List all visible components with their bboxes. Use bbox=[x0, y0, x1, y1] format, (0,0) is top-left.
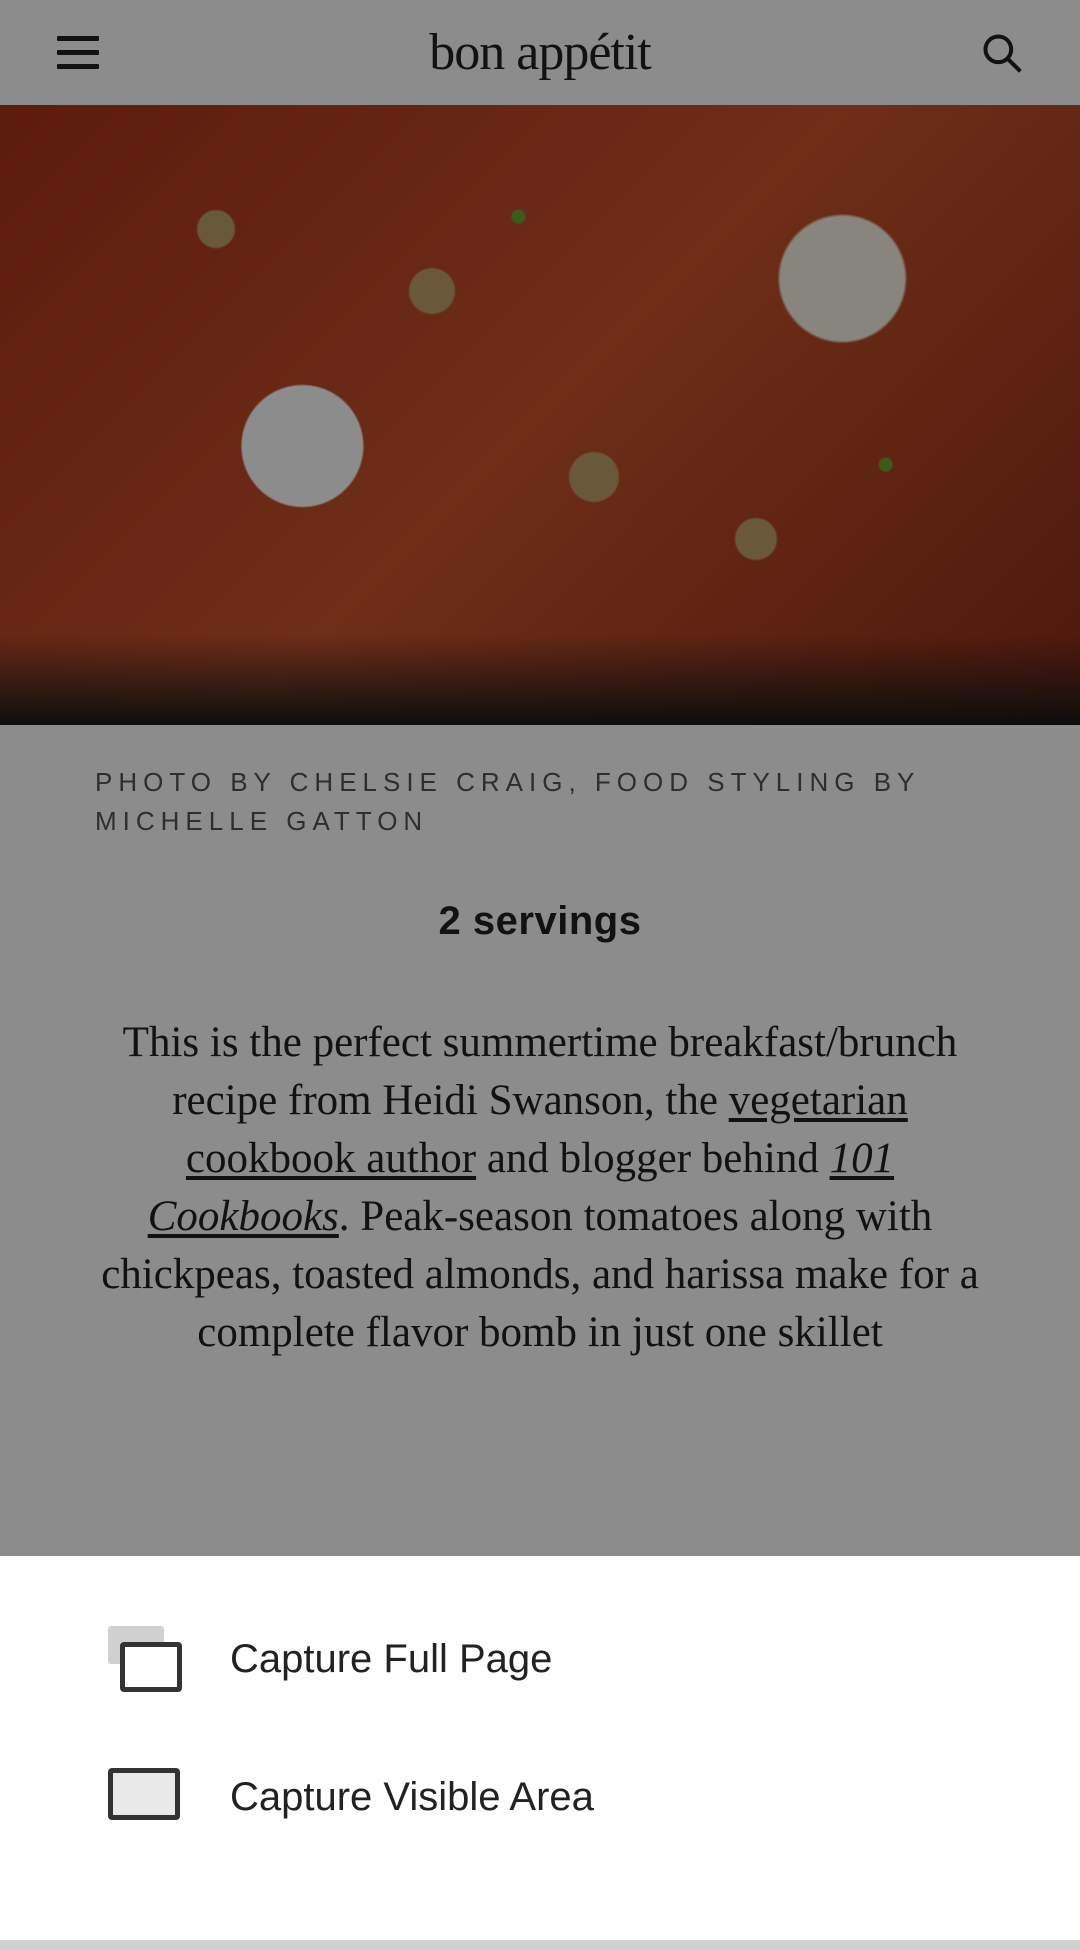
search-button[interactable] bbox=[974, 25, 1030, 81]
capture-bottom-sheet: Capture Full Page Capture Visible Area bbox=[0, 1556, 1080, 1950]
site-logo[interactable]: bon appétit bbox=[429, 23, 651, 82]
menu-button[interactable] bbox=[50, 25, 106, 81]
capture-visible-area-label: Capture Visible Area bbox=[230, 1775, 594, 1820]
recipe-description: This is the perfect summertime breakfast… bbox=[0, 944, 1080, 1362]
search-icon bbox=[980, 31, 1024, 75]
servings-count: 2 servings bbox=[0, 899, 1080, 944]
hero-image bbox=[0, 105, 1080, 725]
photo-caption: PHOTO BY CHELSIE CRAIG, FOOD STYLING BY … bbox=[0, 725, 1080, 841]
capture-full-page-label: Capture Full Page bbox=[230, 1637, 552, 1682]
site-header: bon appétit bbox=[0, 0, 1080, 105]
capture-full-page-option[interactable]: Capture Full Page bbox=[0, 1626, 1080, 1692]
full-page-icon bbox=[108, 1626, 182, 1692]
capture-visible-area-option[interactable]: Capture Visible Area bbox=[0, 1764, 1080, 1830]
desc-text-2: and blogger behind bbox=[476, 1135, 829, 1182]
hamburger-icon bbox=[57, 36, 99, 69]
visible-area-icon bbox=[108, 1764, 182, 1830]
